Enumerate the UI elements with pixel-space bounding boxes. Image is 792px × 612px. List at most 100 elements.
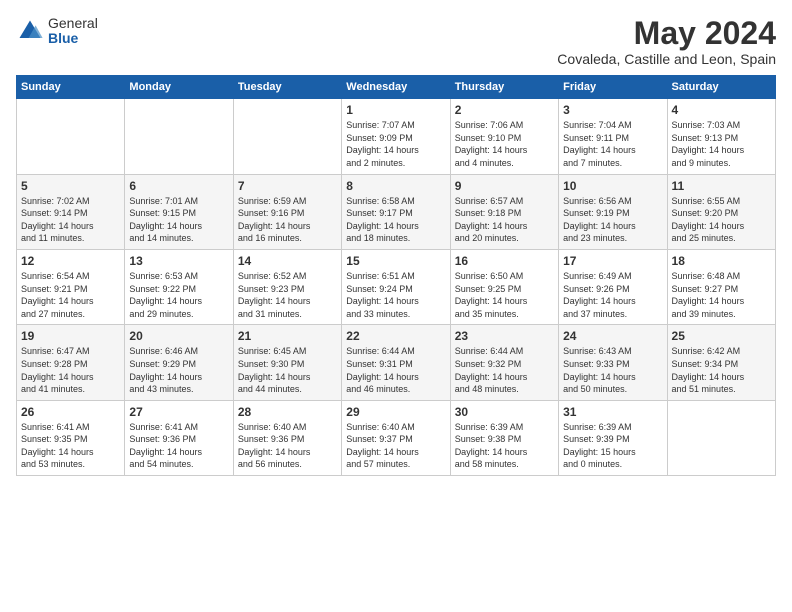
day-number: 22	[346, 329, 445, 343]
calendar-cell: 27 Sunrise: 6:41 AM Sunset: 9:36 PM Dayli…	[125, 400, 233, 475]
calendar-cell: 3 Sunrise: 7:04 AM Sunset: 9:11 PM Daylig…	[559, 99, 667, 174]
page-header: General Blue May 2024 Covaleda, Castille…	[16, 16, 776, 67]
day-info: Sunrise: 6:48 AM Sunset: 9:27 PM Dayligh…	[672, 270, 771, 320]
calendar-cell: 2Sunrise: 7:06 AM Sunset: 9:10 PM Daylig…	[450, 99, 558, 174]
day-number: 31	[563, 405, 662, 419]
calendar-cell: 21 Sunrise: 6:45 AM Sunset: 9:30 PM Dayli…	[233, 325, 341, 400]
logo: General Blue	[16, 16, 98, 47]
day-info: Sunrise: 6:40 AM Sunset: 9:36 PM Dayligh…	[238, 421, 337, 471]
day-number: 20	[129, 329, 228, 343]
day-number: 5	[21, 179, 120, 193]
calendar-cell: 25Sunrise: 6:42 AM Sunset: 9:34 PM Dayli…	[667, 325, 775, 400]
calendar-cell	[233, 99, 341, 174]
calendar-cell: 11 Sunrise: 6:55 AM Sunset: 9:20 PM Dayli…	[667, 174, 775, 249]
day-number: 19	[21, 329, 120, 343]
calendar-cell	[17, 99, 125, 174]
day-info: Sunrise: 6:52 AM Sunset: 9:23 PM Dayligh…	[238, 270, 337, 320]
weekday-header: Friday	[559, 76, 667, 99]
logo-general: General	[48, 16, 98, 31]
day-info: Sunrise: 7:06 AM Sunset: 9:10 PM Dayligh…	[455, 119, 554, 169]
day-info: Sunrise: 6:56 AM Sunset: 9:19 PM Dayligh…	[563, 195, 662, 245]
day-number: 23	[455, 329, 554, 343]
calendar-week-row: 26Sunrise: 6:41 AM Sunset: 9:35 PM Dayli…	[17, 400, 776, 475]
day-number: 14	[238, 254, 337, 268]
day-number: 26	[21, 405, 120, 419]
calendar-cell: 24Sunrise: 6:43 AM Sunset: 9:33 PM Dayli…	[559, 325, 667, 400]
calendar-cell: 14 Sunrise: 6:52 AM Sunset: 9:23 PM Dayli…	[233, 249, 341, 324]
calendar-cell: 17Sunrise: 6:49 AM Sunset: 9:26 PM Dayli…	[559, 249, 667, 324]
day-info: Sunrise: 6:45 AM Sunset: 9:30 PM Dayligh…	[238, 345, 337, 395]
weekday-header: Saturday	[667, 76, 775, 99]
day-number: 11	[672, 179, 771, 193]
calendar-cell: 12 Sunrise: 6:54 AM Sunset: 9:21 PM Dayli…	[17, 249, 125, 324]
day-number: 10	[563, 179, 662, 193]
calendar-week-row: 19 Sunrise: 6:47 AM Sunset: 9:28 PM Dayli…	[17, 325, 776, 400]
weekday-header: Thursday	[450, 76, 558, 99]
calendar-cell	[667, 400, 775, 475]
day-number: 12	[21, 254, 120, 268]
day-number: 21	[238, 329, 337, 343]
calendar-cell: 9Sunrise: 6:57 AM Sunset: 9:18 PM Daylig…	[450, 174, 558, 249]
calendar-cell	[125, 99, 233, 174]
day-info: Sunrise: 6:51 AM Sunset: 9:24 PM Dayligh…	[346, 270, 445, 320]
calendar-cell: 19 Sunrise: 6:47 AM Sunset: 9:28 PM Dayli…	[17, 325, 125, 400]
calendar-cell: 8 Sunrise: 6:58 AM Sunset: 9:17 PM Daylig…	[342, 174, 450, 249]
day-number: 1	[346, 103, 445, 117]
calendar-cell: 18Sunrise: 6:48 AM Sunset: 9:27 PM Dayli…	[667, 249, 775, 324]
calendar-cell: 16 Sunrise: 6:50 AM Sunset: 9:25 PM Dayli…	[450, 249, 558, 324]
day-number: 28	[238, 405, 337, 419]
calendar-cell: 26Sunrise: 6:41 AM Sunset: 9:35 PM Dayli…	[17, 400, 125, 475]
day-info: Sunrise: 6:59 AM Sunset: 9:16 PM Dayligh…	[238, 195, 337, 245]
calendar-week-row: 12 Sunrise: 6:54 AM Sunset: 9:21 PM Dayli…	[17, 249, 776, 324]
day-info: Sunrise: 6:39 AM Sunset: 9:38 PM Dayligh…	[455, 421, 554, 471]
calendar-week-row: 1 Sunrise: 7:07 AM Sunset: 9:09 PM Daylig…	[17, 99, 776, 174]
day-info: Sunrise: 6:39 AM Sunset: 9:39 PM Dayligh…	[563, 421, 662, 471]
day-number: 16	[455, 254, 554, 268]
logo-icon	[16, 17, 44, 45]
day-info: Sunrise: 6:42 AM Sunset: 9:34 PM Dayligh…	[672, 345, 771, 395]
calendar-cell: 4 Sunrise: 7:03 AM Sunset: 9:13 PM Daylig…	[667, 99, 775, 174]
day-info: Sunrise: 6:41 AM Sunset: 9:36 PM Dayligh…	[129, 421, 228, 471]
calendar-cell: 23Sunrise: 6:44 AM Sunset: 9:32 PM Dayli…	[450, 325, 558, 400]
location: Covaleda, Castille and Leon, Spain	[557, 51, 776, 67]
calendar-cell: 7 Sunrise: 6:59 AM Sunset: 9:16 PM Daylig…	[233, 174, 341, 249]
calendar-cell: 30 Sunrise: 6:39 AM Sunset: 9:38 PM Dayli…	[450, 400, 558, 475]
day-info: Sunrise: 7:07 AM Sunset: 9:09 PM Dayligh…	[346, 119, 445, 169]
logo-blue: Blue	[48, 31, 98, 46]
day-info: Sunrise: 6:54 AM Sunset: 9:21 PM Dayligh…	[21, 270, 120, 320]
day-info: Sunrise: 6:40 AM Sunset: 9:37 PM Dayligh…	[346, 421, 445, 471]
day-info: Sunrise: 7:04 AM Sunset: 9:11 PM Dayligh…	[563, 119, 662, 169]
calendar-cell: 28 Sunrise: 6:40 AM Sunset: 9:36 PM Dayli…	[233, 400, 341, 475]
day-info: Sunrise: 6:55 AM Sunset: 9:20 PM Dayligh…	[672, 195, 771, 245]
calendar-cell: 31 Sunrise: 6:39 AM Sunset: 9:39 PM Dayli…	[559, 400, 667, 475]
day-info: Sunrise: 7:01 AM Sunset: 9:15 PM Dayligh…	[129, 195, 228, 245]
day-info: Sunrise: 6:58 AM Sunset: 9:17 PM Dayligh…	[346, 195, 445, 245]
day-number: 4	[672, 103, 771, 117]
day-info: Sunrise: 7:03 AM Sunset: 9:13 PM Dayligh…	[672, 119, 771, 169]
day-info: Sunrise: 6:53 AM Sunset: 9:22 PM Dayligh…	[129, 270, 228, 320]
day-info: Sunrise: 7:02 AM Sunset: 9:14 PM Dayligh…	[21, 195, 120, 245]
title-area: May 2024 Covaleda, Castille and Leon, Sp…	[557, 16, 776, 67]
day-info: Sunrise: 6:47 AM Sunset: 9:28 PM Dayligh…	[21, 345, 120, 395]
calendar-cell: 20Sunrise: 6:46 AM Sunset: 9:29 PM Dayli…	[125, 325, 233, 400]
calendar-cell: 13Sunrise: 6:53 AM Sunset: 9:22 PM Dayli…	[125, 249, 233, 324]
calendar-cell: 6 Sunrise: 7:01 AM Sunset: 9:15 PM Daylig…	[125, 174, 233, 249]
day-number: 27	[129, 405, 228, 419]
weekday-header: Monday	[125, 76, 233, 99]
day-number: 30	[455, 405, 554, 419]
day-number: 15	[346, 254, 445, 268]
day-info: Sunrise: 6:50 AM Sunset: 9:25 PM Dayligh…	[455, 270, 554, 320]
day-number: 8	[346, 179, 445, 193]
logo-text: General Blue	[48, 16, 98, 47]
day-number: 6	[129, 179, 228, 193]
calendar-cell: 29Sunrise: 6:40 AM Sunset: 9:37 PM Dayli…	[342, 400, 450, 475]
weekday-header: Sunday	[17, 76, 125, 99]
calendar-cell: 10 Sunrise: 6:56 AM Sunset: 9:19 PM Dayli…	[559, 174, 667, 249]
calendar-week-row: 5 Sunrise: 7:02 AM Sunset: 9:14 PM Daylig…	[17, 174, 776, 249]
calendar-cell: 15 Sunrise: 6:51 AM Sunset: 9:24 PM Dayli…	[342, 249, 450, 324]
weekday-header: Tuesday	[233, 76, 341, 99]
day-info: Sunrise: 6:57 AM Sunset: 9:18 PM Dayligh…	[455, 195, 554, 245]
day-number: 7	[238, 179, 337, 193]
month-title: May 2024	[557, 16, 776, 51]
day-number: 3	[563, 103, 662, 117]
